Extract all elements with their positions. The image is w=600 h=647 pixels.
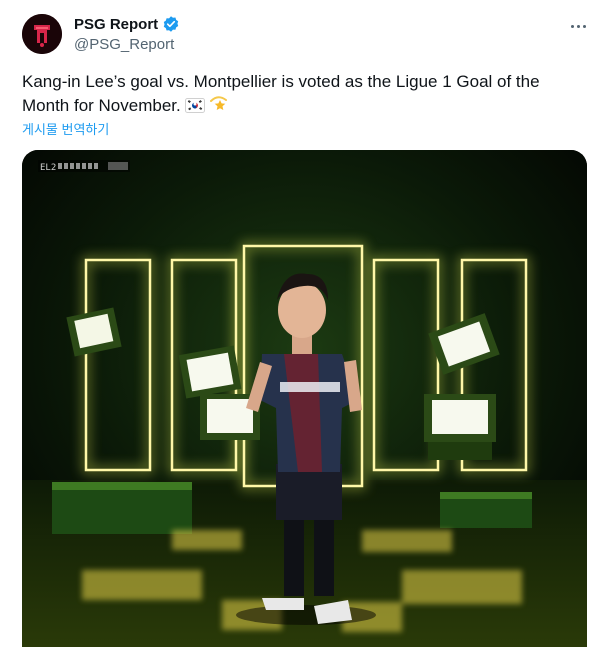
video-player-image-icon: EL2 bbox=[22, 150, 587, 647]
more-options-button[interactable] bbox=[566, 14, 590, 38]
tweet-text: Kang-in Lee’s goal vs. Montpellier is vo… bbox=[22, 70, 582, 120]
tweet: PSG Report @PSG_Report Kang-in Lee’s goa… bbox=[0, 0, 600, 647]
psg-report-logo-icon bbox=[22, 14, 62, 54]
tweet-text-line-2: Month for November. bbox=[22, 96, 181, 115]
flag-south-korea-icon bbox=[184, 96, 205, 120]
media-overlay-caption: EL2 bbox=[40, 163, 56, 173]
author-display-name[interactable]: PSG Report bbox=[74, 16, 158, 33]
author-handle[interactable]: @PSG_Report bbox=[74, 36, 174, 53]
translate-post-link[interactable]: 게시물 번역하기 bbox=[22, 119, 109, 138]
tweet-media[interactable]: EL2 bbox=[22, 150, 587, 647]
more-dot-icon bbox=[576, 24, 580, 28]
tweet-text-line-1: Kang-in Lee’s goal vs. Montpellier is vo… bbox=[22, 72, 540, 91]
verified-badge-icon bbox=[162, 15, 180, 33]
author-name-row: PSG Report bbox=[74, 15, 180, 33]
more-dot-icon bbox=[582, 24, 586, 28]
dizzy-star-icon bbox=[209, 95, 229, 120]
tweet-text-line-2-wrap: Month for November. bbox=[22, 94, 582, 120]
more-dot-icon bbox=[570, 24, 574, 28]
author-avatar[interactable] bbox=[22, 14, 62, 54]
